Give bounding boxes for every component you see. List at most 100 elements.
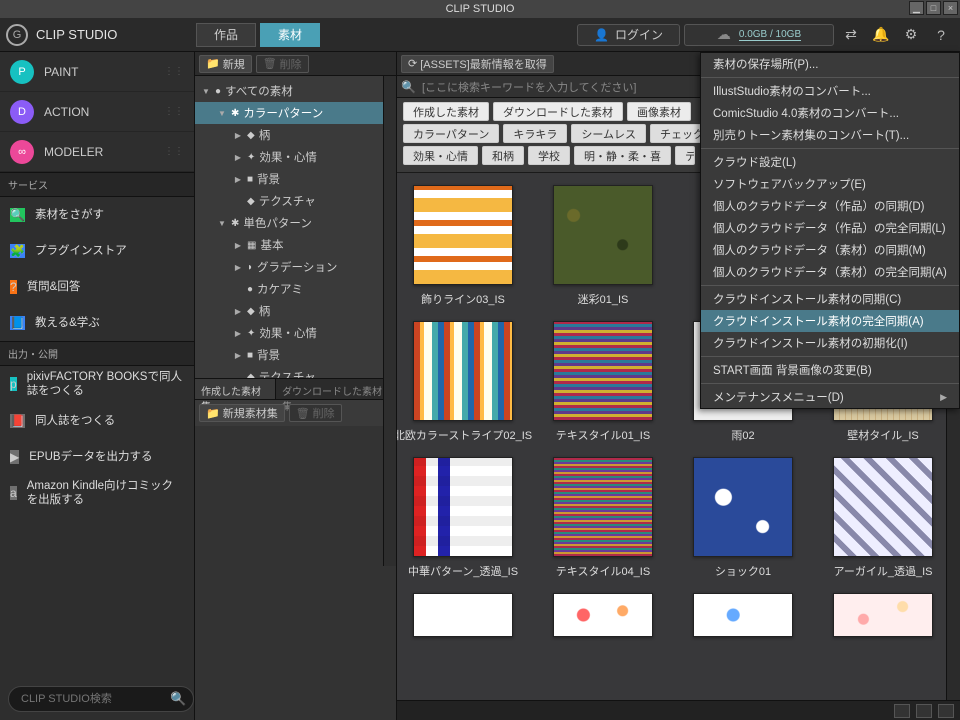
notifications-icon[interactable]: 🔔 [868,24,894,46]
tree-node[interactable]: ▶ ✦ 効果・心情 [195,146,396,168]
tree-node[interactable]: ◆ テクスチャ [195,190,396,212]
section-output-label: 出力・公開 [0,341,194,366]
tree-node[interactable]: ▶ ■ 背景 [195,344,396,366]
filter-tag[interactable]: 学校 [528,146,570,165]
menu-item[interactable]: 個人のクラウドデータ（素材）の完全同期(A) [701,261,959,283]
tree-node[interactable]: ▶ ✦ 効果・心情 [195,322,396,344]
search-icon[interactable]: 🔍 [170,691,186,707]
tree-node-label: テクスチャ [259,193,316,209]
login-button[interactable]: 👤 ログイン [577,24,680,46]
sidebar-service-item[interactable]: 🧩 プラグインストア [0,233,194,269]
filter-tag[interactable]: 画像素材 [627,102,691,121]
tree-node[interactable]: ▶ ◗ グラデーション [195,256,396,278]
menu-item[interactable]: ComicStudio 4.0素材のコンバート... [701,102,959,124]
app-logo-icon: G [6,24,28,46]
tree-folder-icon: ✱ [231,218,239,229]
window-maximize-button[interactable]: □ [926,1,941,15]
view-grid-icon[interactable] [894,704,910,718]
material-item[interactable] [553,593,653,637]
menu-item[interactable]: 素材の保存場所(P)... [701,53,959,75]
filter-tag[interactable]: シームレス [571,124,646,143]
tree-node-label: 柄 [259,127,271,143]
tree-scrollbar[interactable] [383,76,396,566]
material-item[interactable]: 北欧カラーストライプ02_IS [413,321,513,443]
material-item[interactable] [833,593,933,637]
sync-icon[interactable]: ⇄ [838,24,864,46]
sidebar-service-item[interactable]: 📘 教える&学ぶ [0,305,194,341]
material-item[interactable]: テキスタイル01_IS [553,321,653,443]
material-item[interactable] [693,593,793,637]
sidebar-service-item[interactable]: ? 質問&回答 [0,269,194,305]
tab-works[interactable]: 作品 [196,23,256,47]
material-item[interactable] [413,593,513,637]
filter-tag-more[interactable]: テ [675,146,695,165]
window-close-button[interactable]: × [943,1,958,15]
view-list-icon[interactable] [916,704,932,718]
tree-node[interactable]: ◆ テクスチャ [195,366,396,378]
sidebar-service-item[interactable]: 🔍 素材をさがす [0,197,194,233]
filter-tag[interactable]: 作成した素材 [403,102,489,121]
material-item[interactable]: 迷彩01_IS [553,185,653,307]
material-item[interactable]: 飾りライン03_IS [413,185,513,307]
filter-tag[interactable]: カラーパターン [403,124,499,143]
menu-item[interactable]: メンテナンスメニュー(D) ▶ [701,386,959,408]
tree-tab-downloaded[interactable]: ダウンロードした素材集 [276,379,396,399]
menu-item[interactable]: 別売りトーン素材集のコンバート(T)... [701,124,959,146]
tree-node[interactable]: ▶ ◆ 柄 [195,124,396,146]
cloud-storage-indicator[interactable]: ☁ 0.0GB / 10GB [684,24,834,46]
material-item[interactable]: アーガイル_透過_IS [833,457,933,579]
material-tree-panel: 📁新規 🗑削除 ▼●すべての素材 ▼ ✱ カラーパターン ▶ ◆ 柄 ▶ ✦ 効… [195,52,397,720]
tree-newset-button[interactable]: 📁新規素材集 [199,404,285,422]
tree-delset-button[interactable]: 🗑削除 [289,404,342,422]
tree-node[interactable]: ▶ ■ 背景 [195,168,396,190]
menu-item[interactable]: クラウドインストール素材の完全同期(A) [701,310,959,332]
sidebar-app-paint[interactable]: P PAINT ⋮⋮ [0,52,194,92]
tree-node[interactable]: ▶ ▦ 基本 [195,234,396,256]
menu-item[interactable]: クラウドインストール素材の初期化(I) [701,332,959,354]
material-label: 中華パターン_透過_IS [408,563,518,579]
menu-item[interactable]: START画面 背景画像の変更(B) [701,359,959,381]
filter-tag[interactable]: キラキラ [503,124,567,143]
help-icon[interactable]: ? [928,24,954,46]
filter-tag[interactable]: 明・静・柔・喜 [574,146,671,165]
sidebar-output-item[interactable]: a Amazon Kindle向けコミックを出版する [0,475,194,512]
sidebar-search-input[interactable] [8,686,194,712]
tree-node[interactable]: ▼ ✱ 単色パターン [195,212,396,234]
view-detail-icon[interactable] [938,704,954,718]
material-item[interactable]: ショック01 [693,457,793,579]
refresh-button[interactable]: ⟳[ASSETS]最新情報を取得 [401,55,554,73]
filter-tag[interactable]: 和柄 [482,146,524,165]
menu-item-label: 別売りトーン素材集のコンバート(T)... [713,127,909,143]
sidebar-output-item[interactable]: ▶ EPUBデータを出力する [0,439,194,475]
search-placeholder: [ここに検索キーワードを入力してください] [422,79,636,95]
filter-tag[interactable]: ダウンロードした素材 [493,102,623,121]
tab-materials[interactable]: 素材 [260,23,320,47]
section-services-label: サービス [0,172,194,197]
tree-node[interactable]: ▼ ✱ カラーパターン [195,102,396,124]
settings-gear-icon[interactable]: ⚙ [898,24,924,46]
service-label: 素材をさがす [35,208,104,222]
menu-item[interactable]: クラウドインストール素材の同期(C) [701,288,959,310]
menu-item[interactable]: IllustStudio素材のコンバート... [701,80,959,102]
menu-item[interactable]: 個人のクラウドデータ（作品）の同期(D) [701,195,959,217]
material-item[interactable]: 中華パターン_透過_IS [413,457,513,579]
sidebar-app-action[interactable]: D ACTION ⋮⋮ [0,92,194,132]
tree-new-button[interactable]: 📁新規 [199,55,252,73]
menu-item[interactable]: 個人のクラウドデータ（素材）の同期(M) [701,239,959,261]
sidebar-app-modeler[interactable]: ∞ MODELER ⋮⋮ [0,132,194,172]
tree-node[interactable]: ▶ ◆ 柄 [195,300,396,322]
tree-delete-button[interactable]: 🗑削除 [256,55,309,73]
tree-tab-created[interactable]: 作成した素材集 [195,379,276,399]
menu-item[interactable]: クラウド設定(L) [701,151,959,173]
menu-item[interactable]: 個人のクラウドデータ（作品）の完全同期(L) [701,217,959,239]
tree-root[interactable]: ▼●すべての素材 [195,80,396,102]
tree-arrow-icon: ▶ [233,329,243,338]
material-label: 壁材タイル_IS [847,427,919,443]
window-minimize-button[interactable]: ▁ [909,1,924,15]
tree-node[interactable]: ● カケアミ [195,278,396,300]
material-item[interactable]: テキスタイル04_IS [553,457,653,579]
sidebar-output-item[interactable]: 📕 同人誌をつくる [0,403,194,439]
sidebar-output-item[interactable]: p pixivFACTORY BOOKSで同人誌をつくる [0,366,194,403]
filter-tag[interactable]: 効果・心情 [403,146,478,165]
menu-item[interactable]: ソフトウェアバックアップ(E) [701,173,959,195]
